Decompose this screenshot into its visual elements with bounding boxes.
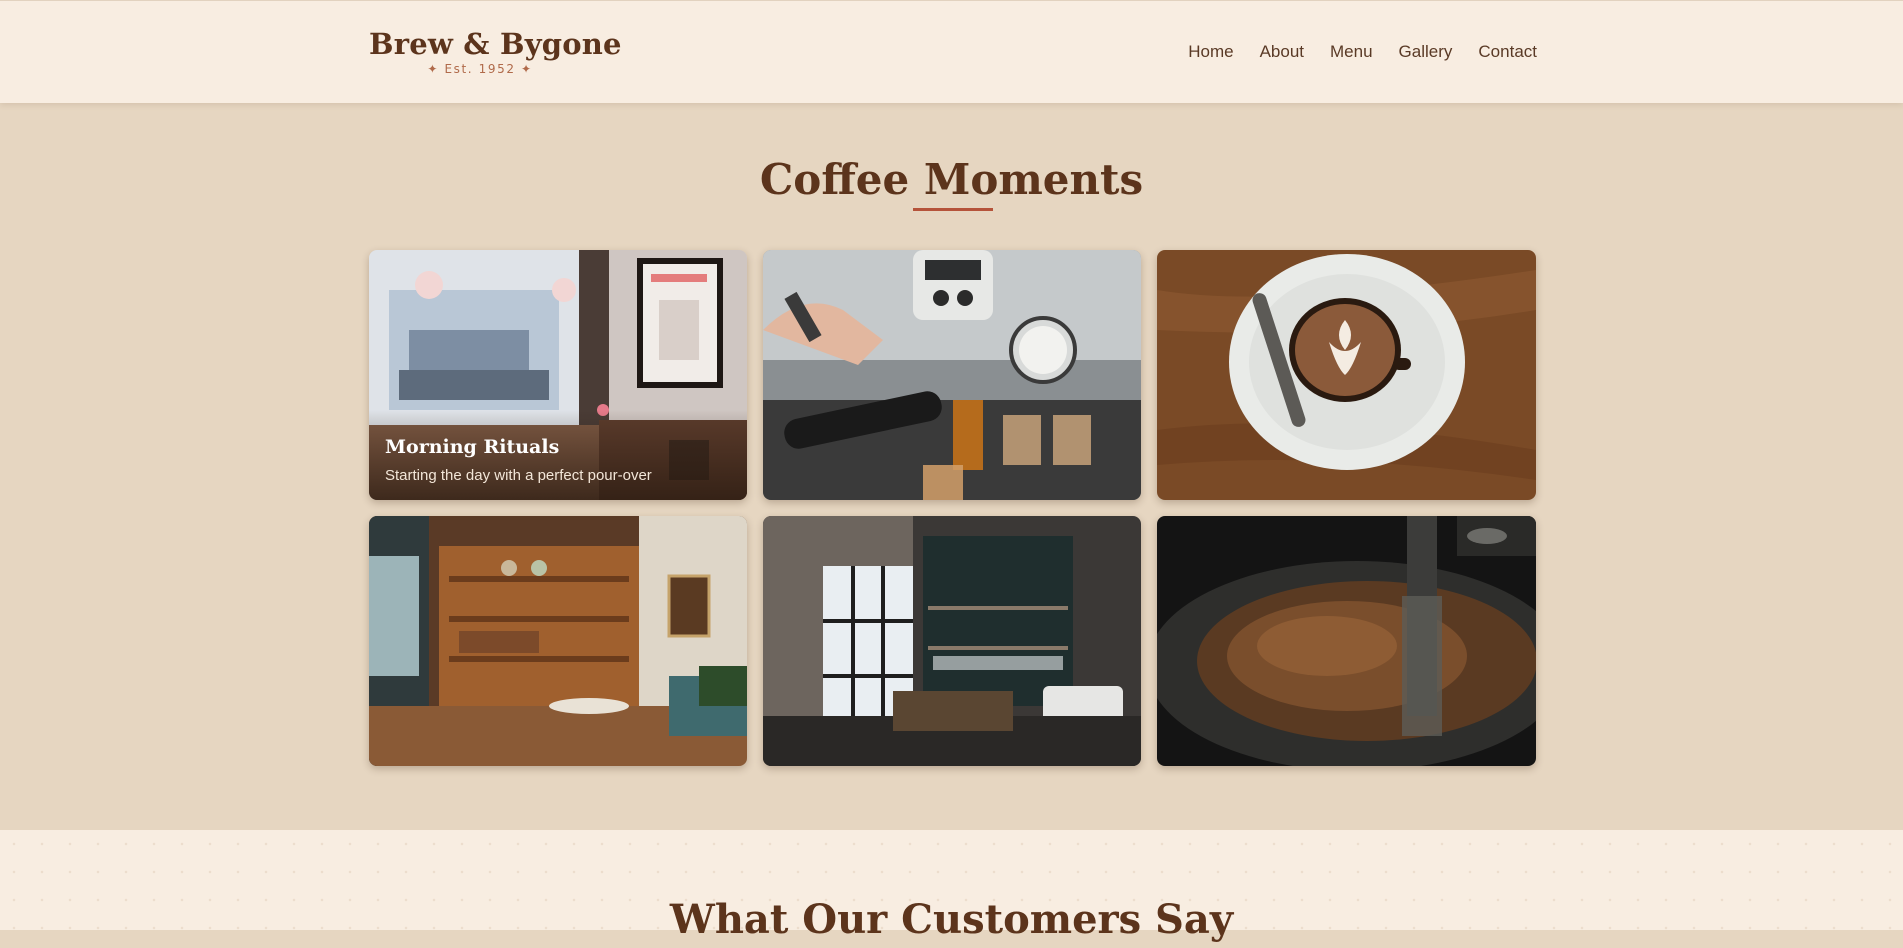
tile-caption-text: Starting the day with a perfect pour-ove… xyxy=(385,467,652,484)
testimonials-title: What Our Customers Say xyxy=(669,896,1234,943)
bean-roaster-photo xyxy=(1157,516,1536,766)
coffee-bar-photo xyxy=(763,516,1141,766)
brand-name: Brew & Bygone xyxy=(369,27,622,61)
site-header: Brew & Bygone ✦ Est. 1952 ✦ Home About M… xyxy=(0,0,1903,103)
gallery-tile-cafe-interior[interactable]: Morning Rituals Starting the day with a … xyxy=(369,250,747,500)
nav-gallery[interactable]: Gallery xyxy=(1399,42,1453,62)
brand-logo[interactable]: Brew & Bygone ✦ Est. 1952 ✦ xyxy=(369,25,622,76)
title-underline xyxy=(913,208,993,211)
gallery-section: Coffee Moments Morning Rituals Starting … xyxy=(0,103,1903,830)
gallery-tile-latte-art[interactable] xyxy=(1157,250,1536,500)
brand-tagline: ✦ Est. 1952 ✦ xyxy=(427,62,533,76)
tile-caption: Morning Rituals Starting the day with a … xyxy=(369,410,747,500)
espresso-machine-photo xyxy=(763,250,1141,500)
gallery-title: Coffee Moments xyxy=(759,155,1144,204)
gallery-grid: Morning Rituals Starting the day with a … xyxy=(369,250,1536,766)
gallery-tile-bookshelf-cafe[interactable] xyxy=(369,516,747,766)
bookshelf-cafe-photo xyxy=(369,516,747,766)
main-nav: Home About Menu Gallery Contact xyxy=(1188,42,1537,62)
testimonials-section: What Our Customers Say xyxy=(0,830,1903,943)
gallery-tile-espresso-machine[interactable] xyxy=(763,250,1141,500)
nav-about[interactable]: About xyxy=(1260,42,1304,62)
nav-home[interactable]: Home xyxy=(1188,42,1233,62)
gallery-tile-bean-roaster[interactable] xyxy=(1157,516,1536,766)
nav-menu[interactable]: Menu xyxy=(1330,42,1373,62)
latte-art-photo xyxy=(1157,250,1536,500)
nav-contact[interactable]: Contact xyxy=(1478,42,1537,62)
gallery-tile-coffee-bar[interactable] xyxy=(763,516,1141,766)
tile-caption-title: Morning Rituals xyxy=(385,436,560,458)
